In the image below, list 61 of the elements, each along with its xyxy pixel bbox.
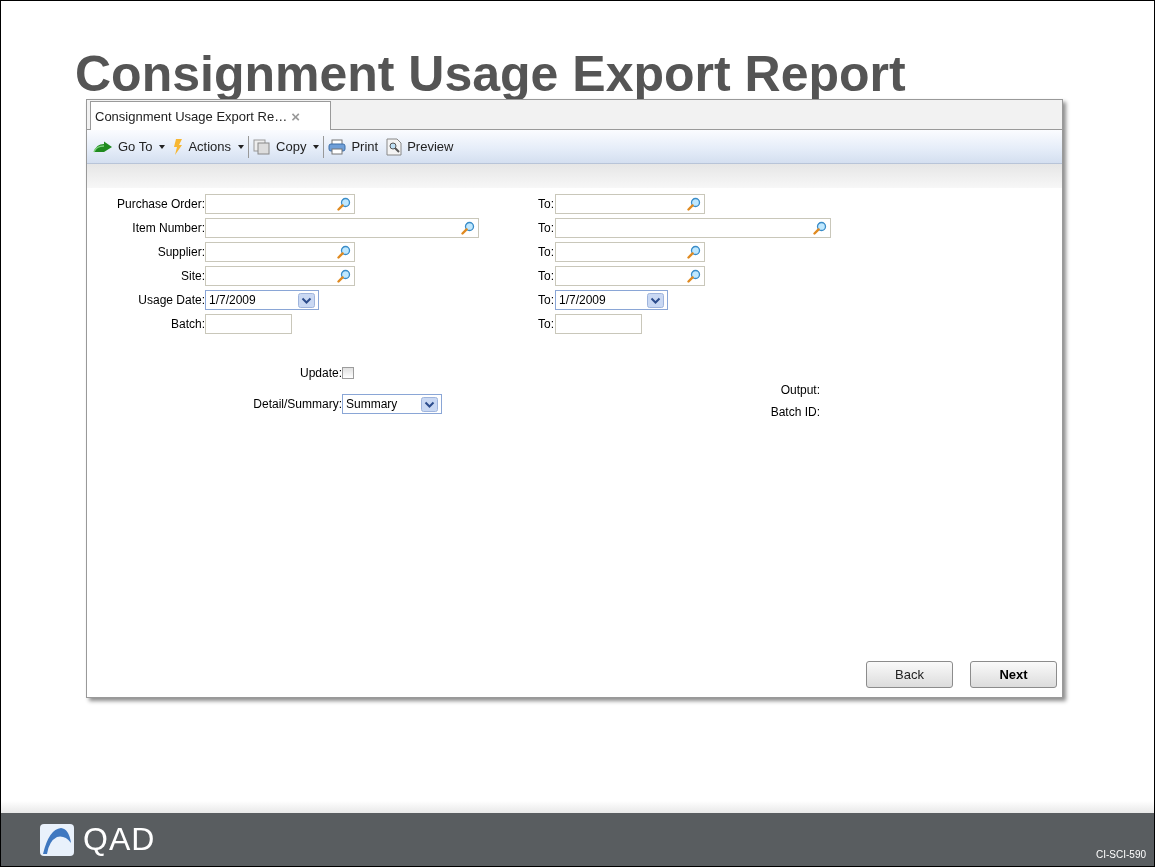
search-icon[interactable] bbox=[337, 197, 351, 211]
toolbar-button[interactable]: Copy bbox=[249, 135, 324, 158]
field-label: To: bbox=[538, 293, 555, 307]
lightning-icon bbox=[173, 138, 184, 155]
field-label: To: bbox=[538, 221, 555, 235]
output-label: Output: bbox=[780, 383, 820, 397]
lookup-field[interactable] bbox=[205, 242, 355, 262]
lookup-field[interactable] bbox=[205, 194, 355, 214]
field-label: Detail/Summary: bbox=[252, 397, 342, 411]
search-icon[interactable] bbox=[337, 245, 351, 259]
output-label: Batch ID: bbox=[770, 405, 820, 419]
copy-icon bbox=[253, 138, 272, 155]
search-icon[interactable] bbox=[461, 221, 475, 235]
input-field[interactable] bbox=[205, 314, 292, 334]
lookup-field[interactable] bbox=[205, 266, 355, 286]
search-icon[interactable] bbox=[687, 269, 701, 283]
field-label: To: bbox=[538, 317, 555, 331]
field-label: Batch: bbox=[169, 317, 205, 331]
arrow-icon bbox=[93, 140, 113, 153]
toolbar-button[interactable]: Print bbox=[324, 135, 383, 158]
search-icon[interactable] bbox=[337, 269, 351, 283]
logo-text: QAD bbox=[83, 821, 156, 858]
lookup-field[interactable] bbox=[555, 242, 705, 262]
search-icon[interactable] bbox=[687, 245, 701, 259]
lookup-field[interactable] bbox=[555, 266, 705, 286]
wizard-button[interactable]: Next bbox=[970, 661, 1057, 688]
slide-code: CI-SCI-590 bbox=[1096, 849, 1146, 860]
chevron-down-icon[interactable] bbox=[421, 396, 438, 412]
field-label: Supplier: bbox=[156, 245, 205, 259]
search-icon[interactable] bbox=[687, 197, 701, 211]
caret-icon[interactable] bbox=[313, 144, 320, 149]
toolbar-button[interactable]: Actions bbox=[169, 135, 249, 158]
field-label: To: bbox=[538, 245, 555, 259]
caret-icon[interactable] bbox=[159, 144, 166, 149]
search-icon[interactable] bbox=[813, 221, 827, 235]
date-dropdown[interactable]: 1/7/2009 bbox=[205, 290, 319, 310]
dropdown[interactable]: Summary bbox=[342, 394, 442, 414]
field-label: Site: bbox=[180, 269, 205, 283]
field-label: Item Number: bbox=[131, 221, 205, 235]
chevron-down-icon[interactable] bbox=[647, 292, 664, 308]
field-label: Update: bbox=[298, 366, 342, 380]
field-label: To: bbox=[538, 197, 555, 211]
printer-icon bbox=[328, 138, 347, 155]
lookup-field[interactable] bbox=[555, 218, 831, 238]
wizard-button[interactable]: Back bbox=[866, 661, 953, 688]
chevron-down-icon[interactable] bbox=[298, 292, 315, 308]
date-dropdown[interactable]: 1/7/2009 bbox=[555, 290, 668, 310]
lookup-field[interactable] bbox=[555, 194, 705, 214]
field-label: Usage Date: bbox=[137, 293, 205, 307]
slide-title: Consignment Usage Export Report bbox=[74, 45, 907, 99]
input-field[interactable] bbox=[555, 314, 642, 334]
logo-icon bbox=[39, 822, 75, 857]
toolbar-button[interactable]: Preview bbox=[382, 135, 458, 158]
caret-icon[interactable] bbox=[238, 144, 245, 149]
lookup-field[interactable] bbox=[205, 218, 479, 238]
toolbar-button[interactable]: Go To bbox=[89, 135, 170, 158]
field-label: To: bbox=[538, 269, 555, 283]
preview-icon bbox=[386, 137, 403, 156]
field-label: Purchase Order: bbox=[115, 197, 205, 211]
checkbox[interactable] bbox=[342, 367, 354, 379]
report-tab[interactable]: Consignment Usage Export Re… × bbox=[90, 101, 331, 130]
